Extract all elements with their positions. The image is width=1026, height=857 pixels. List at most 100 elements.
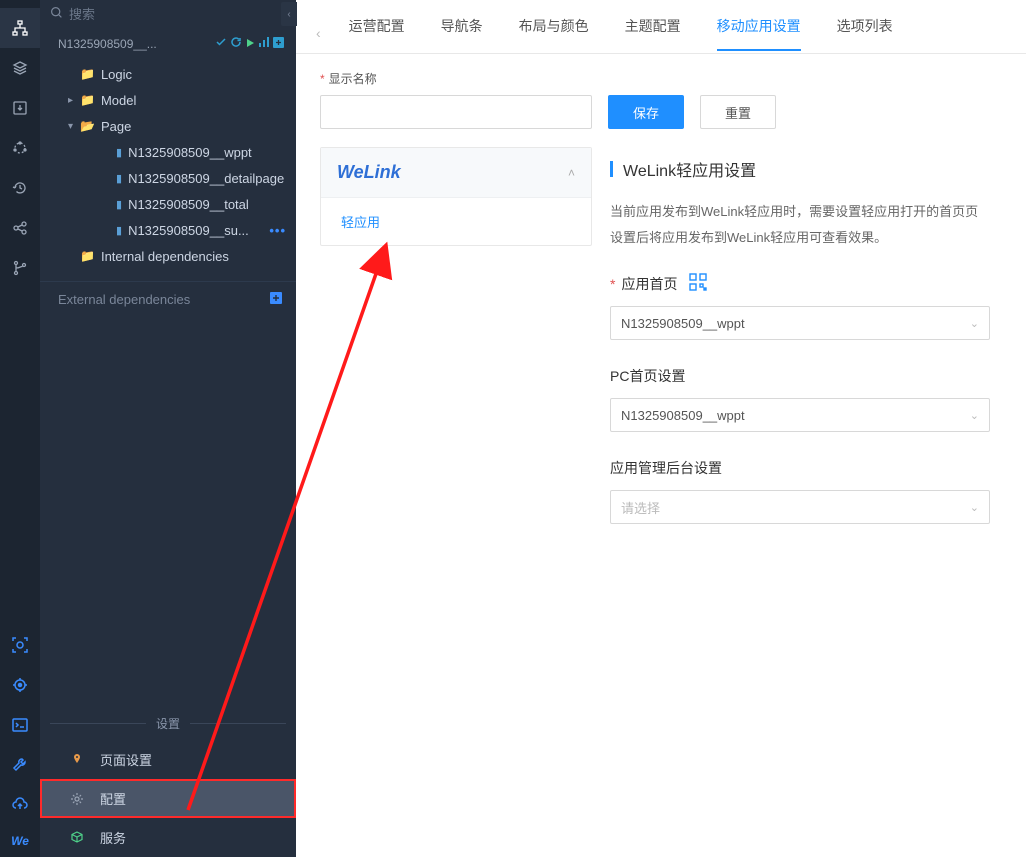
welink-panel-header[interactable]: WeLink ˄ [321,148,591,198]
setting-page[interactable]: 页面设置 [40,740,296,779]
app-home-label: *应用首页 [610,273,1026,294]
rail-download-icon[interactable] [0,88,40,128]
rail-wrench-icon[interactable] [0,745,40,785]
tree-folder-internal-dep[interactable]: 📁 Internal dependencies [40,243,296,269]
tabs-bar: ‹ 运营配置 导航条 布局与颜色 主题配置 移动应用设置 选项列表 [296,0,1026,54]
tree-label: Page [101,119,286,134]
pc-home-label: PC首页设置 [610,366,1026,386]
more-icon[interactable]: ••• [269,223,286,238]
rail-layers-icon[interactable] [0,48,40,88]
file-icon: ▮ [116,172,122,185]
file-tree: 📁 Logic ▸ 📁 Model ▾ 📂 Page ▮ N1325908509… [40,59,296,281]
detail-panel: WeLink轻应用设置 当前应用发布到WeLink轻应用时，需要设置轻应用打开的… [610,147,1026,857]
setting-config[interactable]: 配置 [40,779,296,818]
tab-layout-color[interactable]: 布局与颜色 [501,16,607,50]
qr-icon[interactable] [689,273,707,294]
gear-icon [70,792,90,806]
folder-icon: 📁 [80,93,95,107]
rail-target-icon[interactable] [0,665,40,705]
settings-header: 设置 [40,707,296,740]
welink-panel: WeLink ˄ 轻应用 [320,147,592,246]
project-refresh-icon[interactable] [230,36,242,51]
search-row [40,0,296,28]
rail-structure-icon[interactable] [0,8,40,48]
setting-service[interactable]: 服务 [40,818,296,857]
rail-scan-icon[interactable] [0,625,40,665]
select-value: N1325908509__wppt [621,408,745,423]
ext-dep-label: External dependencies [58,292,270,307]
rail-share-icon[interactable] [0,208,40,248]
rail-terminal-icon[interactable] [0,705,40,745]
rail-circle-icon[interactable] [0,128,40,168]
tree-label: N1325908509__su... [128,223,269,238]
chevron-down-icon: ⌄ [970,501,979,514]
welink-brand: WeLink [337,162,568,183]
display-name-input[interactable] [320,95,592,129]
tree-label: Model [101,93,286,108]
panel-title: WeLink轻应用设置 [610,157,1026,181]
tab-nav-bar[interactable]: 导航条 [423,16,501,50]
search-input[interactable] [69,7,286,22]
sidebar-explorer: ‹ N1325908509__... 📁 Logic ▸ 📁 Model ▾ 📂… [40,0,296,857]
setting-label: 页面设置 [100,750,152,769]
pin-icon [70,753,90,767]
external-dependencies-row[interactable]: External dependencies [40,281,296,317]
chevron-down-icon: ⌄ [970,409,979,422]
tree-file-total[interactable]: ▮ N1325908509__total [40,191,296,217]
panel-description: 当前应用发布到WeLink轻应用时，需要设置轻应用打开的首页页 设置后将应用发布… [610,199,1026,251]
welink-light-app-item[interactable]: 轻应用 [321,198,591,245]
tree-file-detailpage[interactable]: ▮ N1325908509__detailpage [40,165,296,191]
tab-option-list[interactable]: 选项列表 [819,16,911,50]
tab-theme-config[interactable]: 主题配置 [607,16,699,50]
settings-header-label: 设置 [156,715,180,732]
project-check-icon[interactable] [215,36,227,51]
chevron-down-icon: ▾ [68,121,80,132]
setting-label: 服务 [100,828,126,847]
project-row: N1325908509__... [40,28,296,59]
welink-logo-icon[interactable]: We [0,825,40,857]
chevron-down-icon: ⌄ [970,317,979,330]
chevron-right-icon: ▸ [68,95,80,106]
tree-folder-logic[interactable]: 📁 Logic [40,61,296,87]
rail-branch-icon[interactable] [0,248,40,288]
search-icon [50,6,63,22]
folder-open-icon: 📂 [80,119,95,133]
tree-folder-model[interactable]: ▸ 📁 Model [40,87,296,113]
tree-file-wppt[interactable]: ▮ N1325908509__wppt [40,139,296,165]
tree-file-su[interactable]: ▮ N1325908509__su... ••• [40,217,296,243]
tree-label: N1325908509__detailpage [128,171,286,186]
rail-cloud-upload-icon[interactable] [0,785,40,825]
project-name: N1325908509__... [58,37,212,51]
admin-select[interactable]: 请选择 ⌄ [610,490,990,524]
chevron-up-icon: ˄ [568,166,575,180]
file-icon: ▮ [116,146,122,159]
tree-folder-page[interactable]: ▾ 📂 Page [40,113,296,139]
project-signal-icon[interactable] [258,36,270,51]
select-value: N1325908509__wppt [621,316,745,331]
rail-history-icon[interactable] [0,168,40,208]
save-button[interactable]: 保存 [608,95,684,129]
reset-button[interactable]: 重置 [700,95,776,129]
project-plus-icon[interactable] [273,37,284,51]
icon-rail: We [0,0,40,857]
sidebar-collapse-button[interactable]: ‹ [281,2,297,26]
tree-label: N1325908509__wppt [128,145,286,160]
pc-home-select[interactable]: N1325908509__wppt ⌄ [610,398,990,432]
app-home-select[interactable]: N1325908509__wppt ⌄ [610,306,990,340]
tree-label: Internal dependencies [101,249,286,264]
tab-op-config[interactable]: 运营配置 [331,16,423,50]
cube-icon [70,831,90,845]
tabs-back-icon[interactable]: ‹ [316,25,321,41]
main-content: ‹ 运营配置 导航条 布局与颜色 主题配置 移动应用设置 选项列表 *显示名称 … [296,0,1026,857]
tab-mobile-app[interactable]: 移动应用设置 [699,16,819,50]
file-icon: ▮ [116,224,122,237]
folder-icon: 📁 [80,67,95,81]
project-play-icon[interactable] [245,37,255,51]
tree-label: N1325908509__total [128,197,286,212]
file-icon: ▮ [116,198,122,211]
select-placeholder: 请选择 [621,498,660,517]
folder-icon: 📁 [80,249,95,263]
plus-icon[interactable] [270,292,282,307]
setting-label: 配置 [100,789,126,808]
tree-label: Logic [101,67,286,82]
